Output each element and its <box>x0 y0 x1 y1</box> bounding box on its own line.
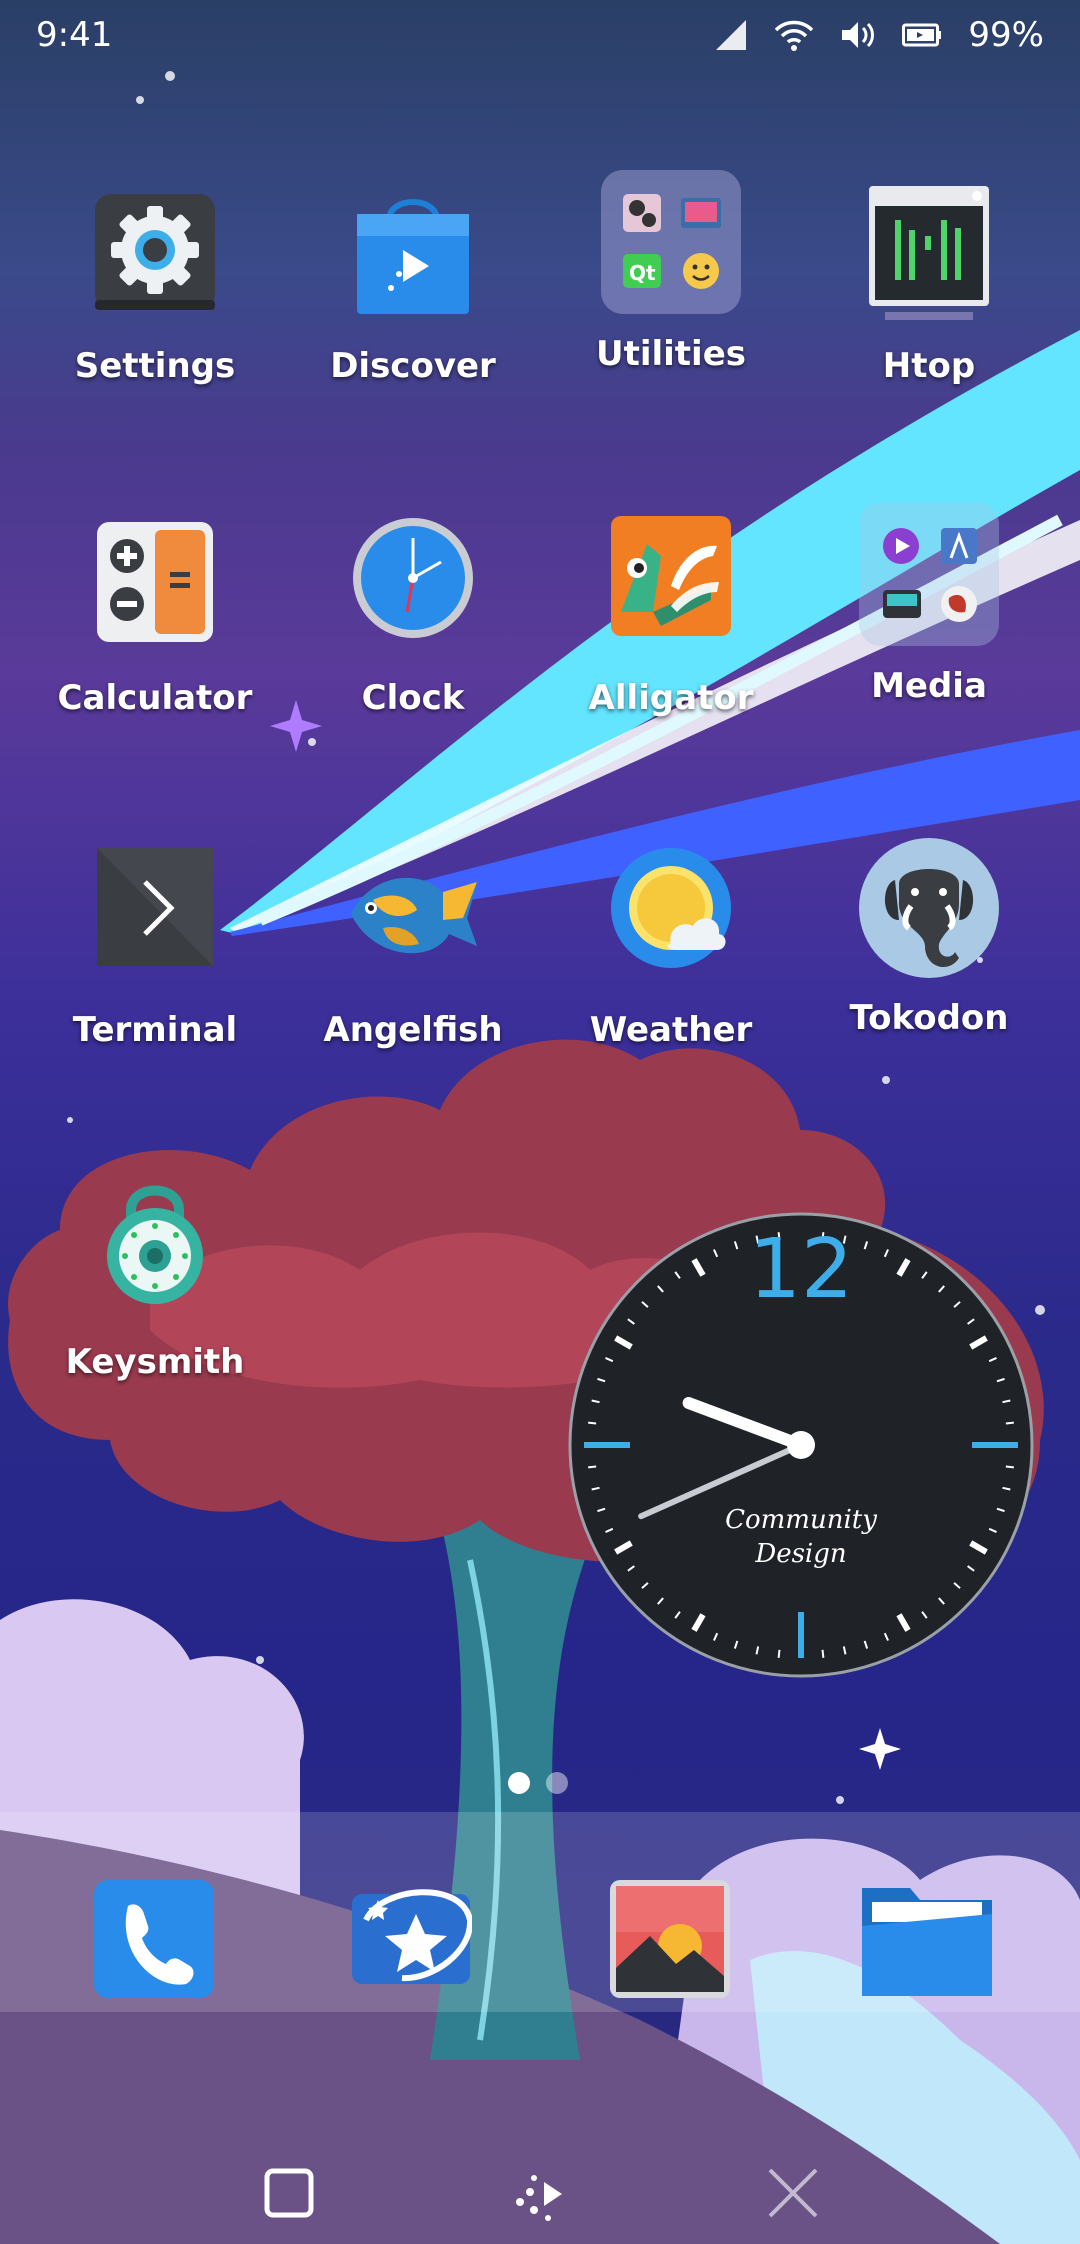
dock-dialer[interactable] <box>352 1880 474 2000</box>
sun-cloud-icon <box>601 848 741 988</box>
overview-icon <box>264 2168 314 2218</box>
clock-icon <box>343 516 483 656</box>
app-keysmith[interactable]: Keysmith <box>26 1180 284 1382</box>
app-settings[interactable]: Settings <box>26 184 284 386</box>
app-label: Weather <box>589 1010 753 1050</box>
app-weather[interactable]: Weather <box>542 848 800 1050</box>
app-label: Calculator <box>57 678 253 718</box>
clock-minute-tick <box>821 1649 825 1658</box>
app-utilities-folder[interactable]: Qt Utilities <box>542 170 800 374</box>
phone-icon <box>94 1880 214 1998</box>
status-icons: 99% <box>714 15 1044 55</box>
home-dots-icon <box>516 2175 562 2221</box>
dock-phone[interactable] <box>94 1880 214 2000</box>
calculator-icon <box>85 516 225 656</box>
app-label: Settings <box>74 346 236 386</box>
page-dot-active[interactable] <box>508 1772 530 1794</box>
app-tokodon[interactable]: Tokodon <box>800 834 1058 1038</box>
app-label: Utilities <box>595 334 747 374</box>
status-time: 9:41 <box>36 15 113 55</box>
page-indicator <box>508 1772 568 1794</box>
clock-brand-line2: Design <box>754 1539 846 1569</box>
navigation-bar <box>0 2142 1080 2244</box>
battery-icon <box>902 23 942 47</box>
status-bar: 9:41 99% <box>0 0 1080 70</box>
app-media-folder[interactable]: Media <box>800 502 1058 706</box>
clock-minute-tick <box>588 1421 597 1425</box>
close-icon <box>768 2168 818 2218</box>
analog-clock-widget[interactable]: 12 Community Design <box>568 1212 1034 1678</box>
clock-minute-tick <box>777 1649 781 1658</box>
shopping-bag-icon <box>343 184 483 324</box>
clock-brand-line1: Community <box>725 1505 877 1535</box>
app-label: Media <box>871 666 987 706</box>
files-icon <box>862 1888 992 1996</box>
app-terminal[interactable]: Terminal <box>26 848 284 1050</box>
app-label: Discover <box>330 346 496 386</box>
folder-icon: Qt <box>601 170 741 324</box>
app-label: Tokodon <box>849 998 1009 1038</box>
app-label: Alligator <box>588 678 754 718</box>
qt-text: Qt <box>629 261 656 285</box>
app-htop[interactable]: Htop <box>800 184 1058 386</box>
app-label: Htop <box>882 346 976 386</box>
home-button[interactable] <box>504 2158 574 2228</box>
app-alligator[interactable]: Alligator <box>542 516 800 718</box>
clock-numeral-12: 12 <box>749 1222 853 1317</box>
clock-face: 12 Community Design <box>568 1212 1034 1678</box>
fish-icon <box>343 848 483 988</box>
signal-icon <box>716 20 747 50</box>
terminal-monitor-icon <box>859 184 999 324</box>
clock-minute-tick <box>1005 1421 1014 1425</box>
photos-icon <box>610 1880 730 1998</box>
app-label: Angelfish <box>323 1010 503 1050</box>
padlock-icon <box>85 1180 225 1320</box>
battery-percent: 99% <box>968 15 1044 55</box>
app-angelfish[interactable]: Angelfish <box>284 848 542 1050</box>
folder-icon <box>859 502 999 656</box>
clock-minute-tick <box>588 1465 597 1469</box>
app-label: Keysmith <box>65 1342 245 1382</box>
dock-photos[interactable] <box>610 1880 730 2000</box>
app-discover[interactable]: Discover <box>284 184 542 386</box>
clock-minute-tick <box>1005 1465 1014 1469</box>
terminal-icon <box>85 848 225 988</box>
volume-icon <box>842 22 875 48</box>
app-label: Terminal <box>72 1010 238 1050</box>
close-app-button[interactable] <box>758 2158 828 2228</box>
elephant-icon <box>859 834 999 988</box>
overview-button[interactable] <box>254 2158 324 2228</box>
wifi-icon <box>775 20 814 51</box>
dock-files[interactable] <box>862 1880 992 2000</box>
app-clock[interactable]: Clock <box>284 516 542 718</box>
app-calculator[interactable]: Calculator <box>26 516 284 718</box>
gear-icon <box>85 184 225 324</box>
alligator-icon <box>601 516 741 656</box>
clock-center-pin <box>787 1431 815 1459</box>
app-label: Clock <box>361 678 465 718</box>
dialer-star-icon <box>352 1889 474 1984</box>
page-dot[interactable] <box>546 1772 568 1794</box>
